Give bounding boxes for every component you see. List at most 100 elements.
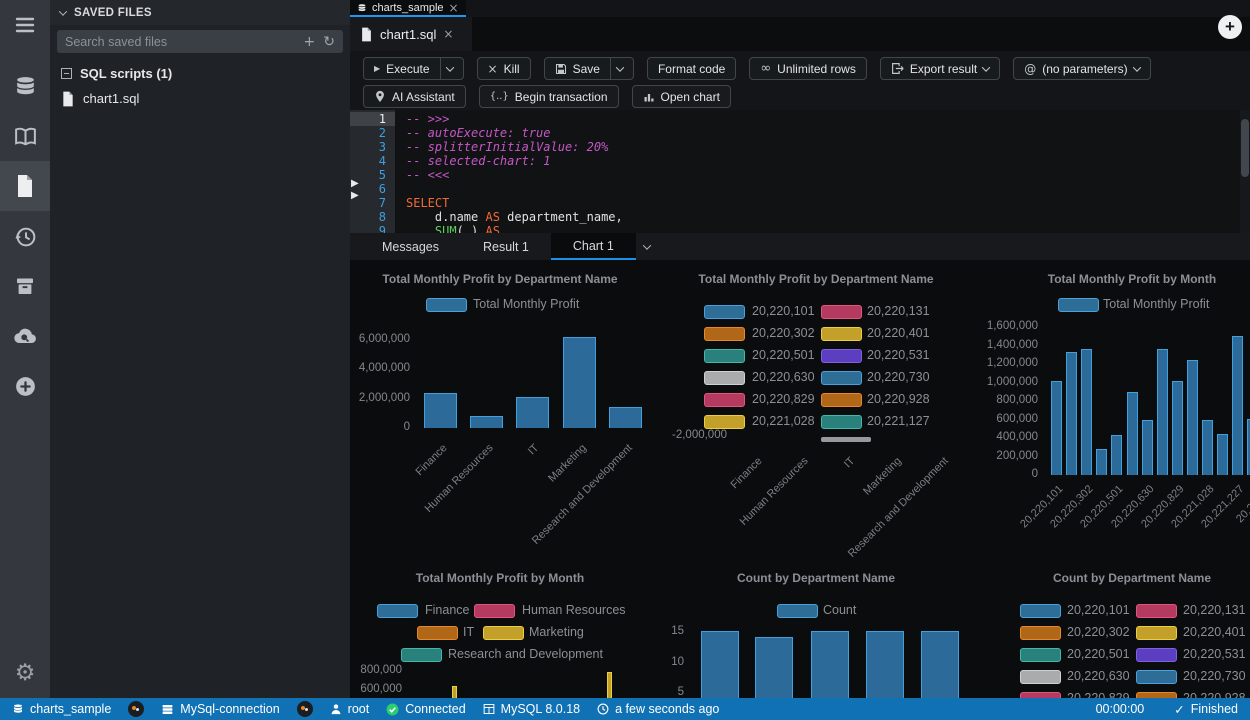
settings-gear-icon[interactable]: ⚙ (0, 648, 50, 698)
legend-swatch[interactable] (821, 349, 862, 363)
legend-swatch[interactable] (704, 393, 745, 407)
legend-swatch[interactable] (704, 349, 745, 363)
legend-swatch[interactable] (704, 327, 745, 341)
legend-swatch[interactable] (417, 626, 458, 640)
code-area[interactable]: -- >>>-- autoExecute: true-- splitterIni… (406, 112, 1236, 233)
legend-swatch[interactable] (1020, 604, 1061, 618)
add-file-icon[interactable]: + (304, 35, 316, 49)
search-input[interactable] (65, 35, 296, 49)
add-connection-icon[interactable] (0, 361, 50, 411)
legend-swatch[interactable] (821, 393, 862, 407)
close-icon[interactable]: × (449, 1, 459, 15)
cloud-search-icon[interactable] (0, 311, 50, 361)
new-tab-plus-button[interactable]: + (1218, 15, 1242, 39)
status-connection[interactable]: MySql-connection (161, 702, 279, 716)
execute-button[interactable]: ▶ Execute (363, 57, 464, 80)
legend-label[interactable]: 20,220,630 (752, 370, 815, 384)
tab-chart1-sql[interactable]: chart1.sql × (350, 17, 472, 51)
legend-swatch[interactable] (1020, 670, 1061, 684)
documentation-book-icon[interactable] (0, 111, 50, 161)
sql-scripts-group[interactable]: SQL scripts (1) (50, 61, 350, 86)
collapse-icon[interactable] (61, 68, 72, 79)
legend-label[interactable]: 20,220,829 (752, 392, 815, 406)
legend-label[interactable]: 20,220,501 (1067, 647, 1130, 661)
legend-swatch[interactable] (1136, 670, 1177, 684)
legend-swatch[interactable] (1136, 648, 1177, 662)
tab-result-1[interactable]: Result 1 (461, 233, 551, 260)
sql-editor-icon[interactable] (0, 161, 50, 211)
parameters-button[interactable]: @ (no parameters) (1013, 57, 1150, 80)
legend-swatch[interactable] (1020, 648, 1061, 662)
legend-label[interactable]: 20,220,730 (1183, 669, 1246, 683)
legend-label[interactable]: Human Resources (522, 603, 626, 617)
legend-label[interactable]: 20,220,928 (867, 392, 930, 406)
legend-label[interactable]: Finance (425, 603, 469, 617)
open-chart-button[interactable]: Open chart (632, 85, 731, 108)
legend-swatch[interactable] (704, 371, 745, 385)
execute-script-markers[interactable]: ▶▶ (351, 178, 359, 202)
format-code-button[interactable]: Format code (647, 57, 736, 80)
driver-badge-icon[interactable] (128, 701, 144, 717)
legend-label[interactable]: 20,220,101 (752, 304, 815, 318)
legend-label[interactable]: 20,220,928 (1183, 691, 1246, 698)
legend-label[interactable]: Total Monthly Profit (473, 297, 579, 311)
legend-label[interactable]: 20,220,531 (1183, 647, 1246, 661)
legend-swatch[interactable] (821, 371, 862, 385)
refresh-icon[interactable]: ↻ (323, 35, 335, 49)
tab-overflow-chevron[interactable] (636, 233, 658, 260)
legend-swatch[interactable] (1020, 626, 1061, 640)
tab-chart-1[interactable]: Chart 1 (551, 233, 636, 260)
legend-label[interactable]: 20,220,829 (1067, 691, 1130, 698)
driver-badge-icon[interactable] (297, 701, 313, 717)
legend-label[interactable]: 20,220,101 (1067, 603, 1130, 617)
legend-label[interactable]: 20,221,028 (752, 414, 815, 428)
kill-button[interactable]: × Kill (477, 57, 531, 80)
query-history-icon[interactable] (0, 211, 50, 261)
legend-label[interactable]: Count (823, 603, 856, 617)
legend-label[interactable]: IT (463, 625, 474, 639)
database-navigator-icon[interactable] (0, 61, 50, 111)
sql-editor[interactable]: ▶▶ 123456789 -- >>>-- autoExecute: true-… (350, 110, 1250, 233)
ai-assistant-button[interactable]: AI Assistant (363, 85, 466, 108)
legend-swatch[interactable] (1058, 298, 1099, 312)
legend-label[interactable]: 20,221,127 (867, 414, 930, 428)
chevron-down-icon[interactable] (616, 63, 624, 71)
saved-files-header[interactable]: SAVED FILES (50, 0, 350, 25)
menu-icon[interactable] (0, 0, 50, 50)
tab-messages[interactable]: Messages (360, 233, 461, 260)
legend-swatch[interactable] (1136, 626, 1177, 640)
file-item-chart1[interactable]: chart1.sql (50, 86, 350, 111)
close-icon[interactable]: × (443, 27, 453, 41)
resource-manager-archive-icon[interactable] (0, 261, 50, 311)
legend-swatch[interactable] (777, 604, 818, 618)
legend-label[interactable]: 20,220,302 (752, 326, 815, 340)
editor-scrollbar-thumb[interactable] (1241, 119, 1249, 177)
legend-label[interactable]: 20,220,302 (1067, 625, 1130, 639)
chevron-down-icon[interactable] (445, 63, 453, 71)
legend-label[interactable]: 20,220,401 (867, 326, 930, 340)
legend-swatch[interactable] (704, 305, 745, 319)
begin-transaction-button[interactable]: {..} Begin transaction (479, 85, 619, 108)
legend-swatch[interactable] (821, 305, 862, 319)
legend-swatch[interactable] (821, 415, 862, 429)
legend-label[interactable]: 20,220,630 (1067, 669, 1130, 683)
legend-label[interactable]: 20,220,401 (1183, 625, 1246, 639)
legend-label[interactable]: Total Monthly Profit (1103, 297, 1209, 311)
legend-swatch[interactable] (377, 604, 418, 618)
chevron-down-icon[interactable] (982, 63, 990, 71)
editor-scrollbar-track[interactable] (1240, 110, 1250, 233)
tab-charts-sample[interactable]: charts_sample × (350, 0, 466, 17)
legend-swatch[interactable] (1136, 604, 1177, 618)
export-result-button[interactable]: Export result (880, 57, 1000, 80)
legend-label[interactable]: 20,220,730 (867, 370, 930, 384)
legend-swatch[interactable] (474, 604, 515, 618)
legend-label[interactable]: Research and Development (448, 647, 603, 661)
legend-swatch[interactable] (483, 626, 524, 640)
status-database[interactable]: charts_sample (12, 702, 111, 716)
legend-label[interactable]: 20,220,501 (752, 348, 815, 362)
save-button[interactable]: Save (544, 57, 634, 80)
legend-label[interactable]: 20,220,531 (867, 348, 930, 362)
legend-swatch[interactable] (401, 648, 442, 662)
unlimited-rows-button[interactable]: ∞ Unlimited rows (749, 57, 867, 80)
legend-label[interactable]: 20,220,131 (1183, 603, 1246, 617)
